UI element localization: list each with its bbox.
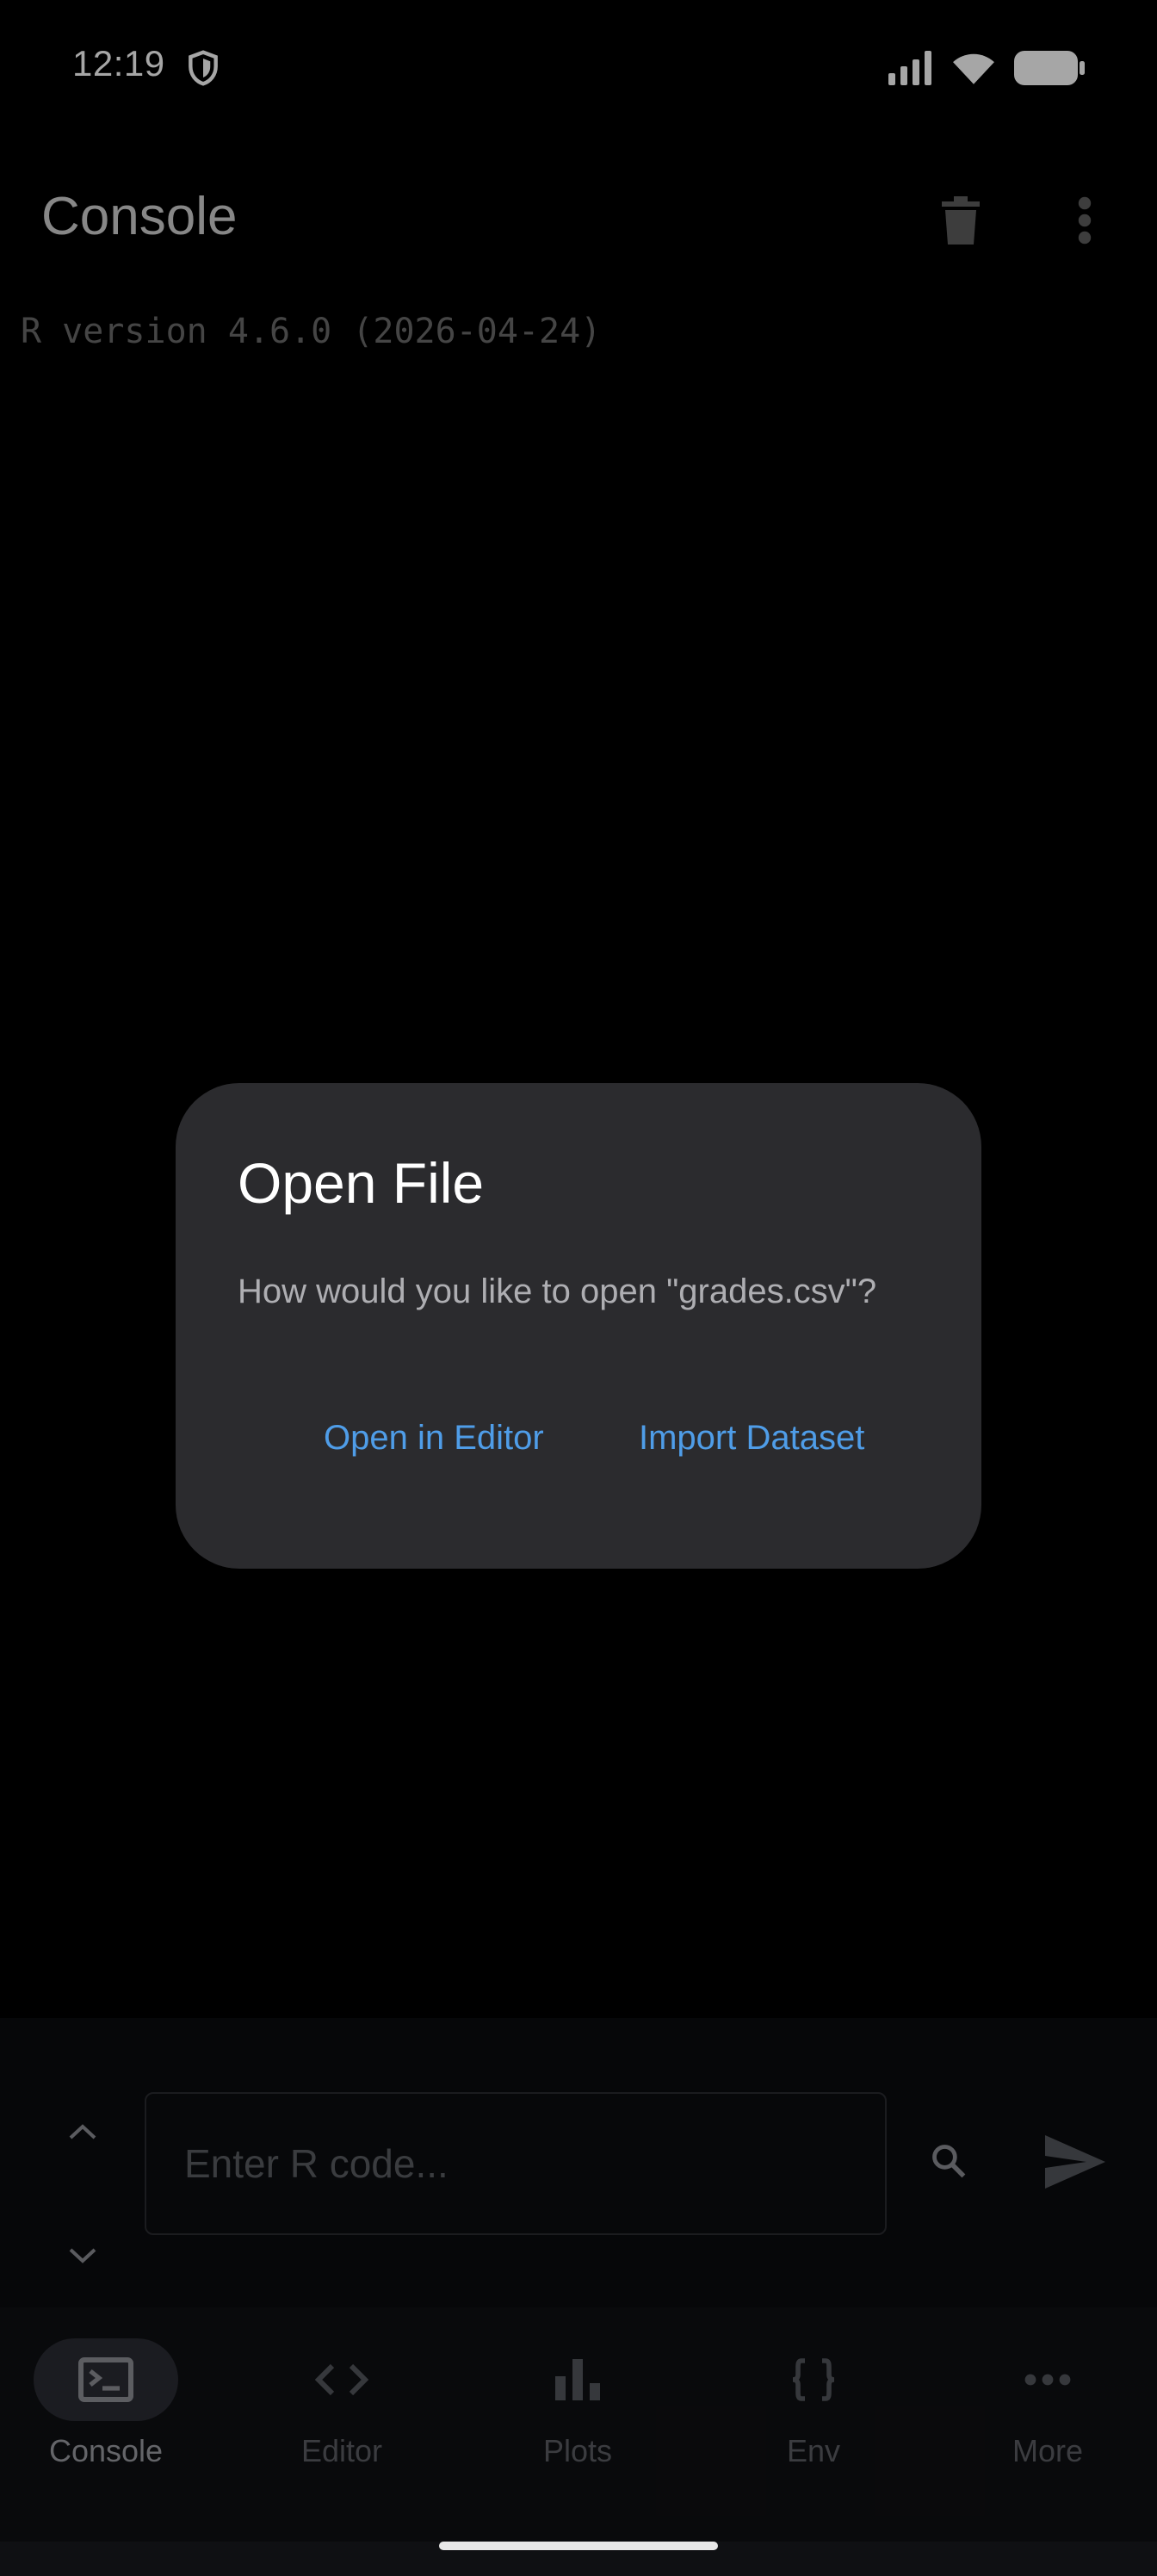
dialog-message: How would you like to open "grades.csv"? [238,1273,877,1310]
dialog-title: Open File [238,1151,485,1215]
import-dataset-button[interactable]: Import Dataset [628,1405,875,1471]
home-indicator[interactable] [439,2542,718,2550]
open-in-editor-button[interactable]: Open in Editor [313,1405,554,1471]
open-file-dialog: Open File How would you like to open "gr… [176,1083,981,1569]
